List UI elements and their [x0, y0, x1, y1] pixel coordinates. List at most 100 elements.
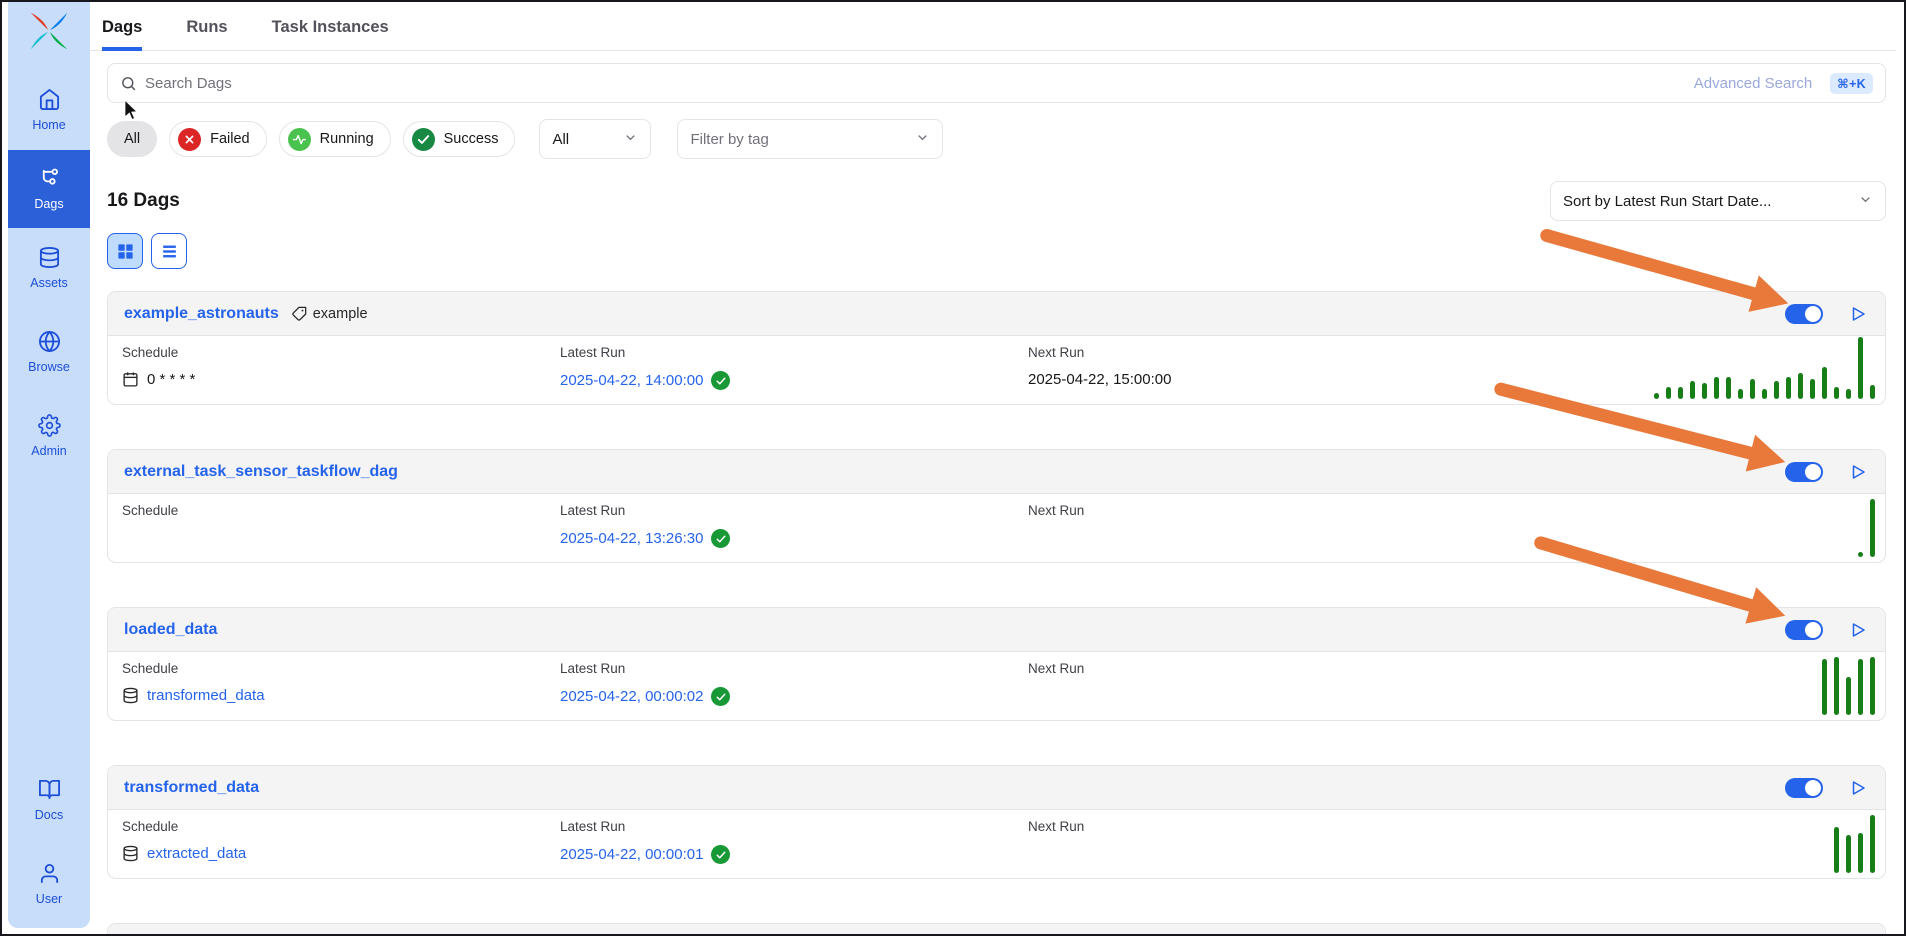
run-bar[interactable] — [1810, 379, 1815, 399]
run-bar[interactable] — [1858, 659, 1863, 715]
dag-name-link[interactable]: example_astronauts — [124, 305, 279, 323]
dag-card-controls — [1785, 619, 1869, 641]
sidebar-item-assets[interactable]: Assets — [8, 234, 90, 302]
advanced-search-link[interactable]: Advanced Search — [1694, 75, 1812, 92]
dag-name-link[interactable]: external_task_sensor_taskflow_dag — [124, 463, 398, 481]
sidebar-item-label: Assets — [30, 276, 68, 290]
tag-icon — [291, 306, 307, 322]
run-bar[interactable] — [1774, 381, 1779, 399]
run-bar[interactable] — [1834, 387, 1839, 399]
run-bar[interactable] — [1714, 377, 1719, 399]
trigger-dag-button[interactable] — [1847, 303, 1869, 325]
run-bar[interactable] — [1822, 659, 1827, 715]
dag-pause-toggle[interactable] — [1785, 620, 1823, 640]
success-status-icon — [412, 128, 435, 151]
next-run-label: Next Run — [1028, 503, 1084, 518]
run-bar[interactable] — [1750, 379, 1755, 399]
schedule-value[interactable]: transformed_data — [147, 687, 265, 704]
latest-run-link[interactable]: 2025-04-22, 00:00:02 — [560, 688, 703, 705]
schedule-column: Schedule extracted_data — [122, 819, 246, 862]
user-icon — [38, 862, 61, 885]
filter-chip-all[interactable]: All — [107, 121, 157, 157]
dag-card-loaded_data: loaded_dataScheduletransformed_dataLates… — [107, 607, 1886, 721]
trigger-dag-button[interactable] — [1847, 619, 1869, 641]
sidebar-item-admin[interactable]: Admin — [8, 402, 90, 470]
sort-dropdown[interactable]: Sort by Latest Run Start Date... — [1550, 181, 1886, 221]
run-bar[interactable] — [1738, 389, 1743, 399]
database-icon — [38, 246, 61, 269]
latest-run-label: Latest Run — [560, 345, 730, 360]
run-bar[interactable] — [1846, 677, 1851, 715]
trigger-dag-button[interactable] — [1847, 461, 1869, 483]
run-bar[interactable] — [1726, 377, 1731, 399]
run-bar[interactable] — [1858, 337, 1863, 399]
database-icon — [122, 687, 139, 704]
tag-filter-select[interactable]: Filter by tag — [677, 119, 943, 159]
dag-pause-toggle[interactable] — [1785, 778, 1823, 798]
latest-run-link[interactable]: 2025-04-22, 13:26:30 — [560, 530, 703, 547]
state-filter-chips: All Failed Running Success All Filter by tag — [107, 119, 1886, 159]
chevron-down-icon — [623, 130, 638, 149]
schedule-value: 0 * * * * — [147, 371, 195, 388]
schedule-value[interactable]: extracted_data — [147, 845, 246, 862]
search-input[interactable] — [145, 75, 1686, 92]
dag-tag[interactable]: example — [291, 306, 368, 322]
run-bar[interactable] — [1678, 387, 1683, 399]
run-bar[interactable] — [1654, 393, 1659, 399]
run-history-sparkline[interactable] — [1822, 657, 1875, 715]
tab-dags[interactable]: Dags — [102, 18, 142, 51]
toggle-knob — [1805, 306, 1821, 322]
run-bar[interactable] — [1858, 552, 1863, 557]
sidebar-item-label: Admin — [31, 444, 66, 458]
play-icon — [1849, 463, 1867, 481]
run-history-sparkline[interactable] — [1654, 337, 1875, 399]
run-bar[interactable] — [1834, 827, 1839, 873]
latest-run-link[interactable]: 2025-04-22, 00:00:01 — [560, 846, 703, 863]
dag-card-body: Scheduleextracted_dataLatest Run2025-04-… — [108, 810, 1885, 878]
filter-chip-success[interactable]: Success — [403, 121, 516, 157]
sidebar-item-browse[interactable]: Browse — [8, 318, 90, 386]
run-bar[interactable] — [1834, 657, 1839, 715]
run-bar[interactable] — [1822, 367, 1827, 399]
running-status-icon — [288, 128, 311, 151]
run-bar[interactable] — [1798, 373, 1803, 399]
dag-name-link[interactable]: loaded_data — [124, 621, 217, 639]
filter-chip-label: Running — [320, 131, 374, 147]
tab-task-instances[interactable]: Task Instances — [272, 18, 389, 50]
dag-card-body: ScheduleLatest Run2025-04-22, 13:26:30Ne… — [108, 494, 1885, 562]
run-bar[interactable] — [1846, 389, 1851, 399]
top-tabs: Dags Runs Task Instances — [90, 2, 1896, 51]
filter-chip-running[interactable]: Running — [279, 121, 391, 157]
run-bar[interactable] — [1666, 387, 1671, 399]
home-icon — [38, 88, 61, 111]
latest-run-link[interactable]: 2025-04-22, 14:00:00 — [560, 372, 703, 389]
run-bar[interactable] — [1846, 835, 1851, 873]
schedule-label: Schedule — [122, 819, 246, 834]
dag-pause-toggle[interactable] — [1785, 462, 1823, 482]
sidebar-item-user[interactable]: User — [8, 850, 90, 918]
dag-pause-toggle[interactable] — [1785, 304, 1823, 324]
run-bar[interactable] — [1690, 381, 1695, 399]
filter-chip-failed[interactable]: Failed — [169, 121, 267, 157]
run-bar[interactable] — [1870, 815, 1875, 873]
state-select[interactable]: All — [539, 119, 651, 159]
tab-runs[interactable]: Runs — [186, 18, 227, 50]
sidebar-item-docs[interactable]: Docs — [8, 766, 90, 834]
list-view-button[interactable] — [151, 233, 187, 269]
run-bar[interactable] — [1858, 833, 1863, 873]
grid-view-button[interactable] — [107, 233, 143, 269]
trigger-dag-button[interactable] — [1847, 777, 1869, 799]
run-bar[interactable] — [1870, 385, 1875, 399]
run-bar[interactable] — [1870, 657, 1875, 715]
airflow-logo-icon[interactable] — [26, 8, 72, 54]
run-history-sparkline[interactable] — [1858, 499, 1875, 557]
sidebar-item-dags[interactable]: Dags — [8, 150, 90, 228]
sidebar-item-home[interactable]: Home — [8, 76, 90, 144]
dag-name-link[interactable]: transformed_data — [124, 779, 259, 797]
run-bar[interactable] — [1702, 383, 1707, 399]
run-bar[interactable] — [1762, 389, 1767, 399]
run-history-sparkline[interactable] — [1834, 815, 1875, 873]
sort-dropdown-value: Sort by Latest Run Start Date... — [1563, 193, 1771, 210]
run-bar[interactable] — [1786, 377, 1791, 399]
run-bar[interactable] — [1870, 499, 1875, 557]
